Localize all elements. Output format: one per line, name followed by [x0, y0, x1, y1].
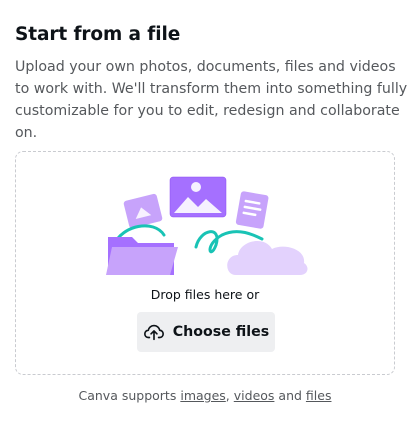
- start-from-file-panel: Start from a file Upload your own photos…: [0, 0, 413, 429]
- document-card-icon: [235, 191, 269, 229]
- panel-title: Start from a file: [15, 24, 181, 45]
- photo-card-center-icon: [169, 176, 227, 218]
- footer-conjunction: and: [278, 388, 302, 403]
- videos-link[interactable]: videos: [234, 388, 275, 403]
- files-link[interactable]: files: [306, 388, 332, 403]
- folder-icon: [106, 237, 178, 275]
- upload-cloud-icon: [143, 324, 164, 341]
- images-link[interactable]: images: [180, 388, 225, 403]
- drop-files-text: Drop files here or: [150, 287, 260, 302]
- footer-separator: ,: [225, 388, 230, 403]
- choose-files-button[interactable]: Choose files: [137, 312, 275, 352]
- cloud-icon: [227, 241, 308, 275]
- choose-files-label: Choose files: [172, 324, 270, 340]
- supported-formats-note: Canva supports images, videos and files: [15, 388, 395, 403]
- footer-prefix: Canva supports: [78, 388, 177, 403]
- panel-description: Upload your own photos, documents, files…: [15, 59, 408, 141]
- folder-cloud-files-illustration: [106, 176, 308, 275]
- photo-card-left-icon: [123, 193, 163, 229]
